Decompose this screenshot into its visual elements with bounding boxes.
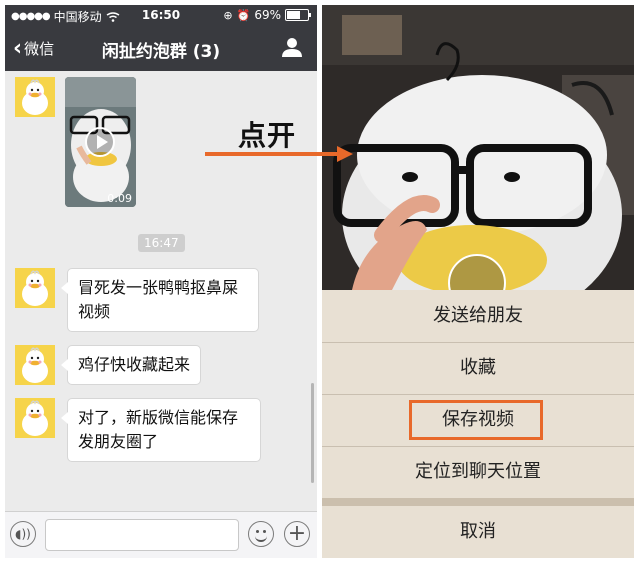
chat-title: 闲扯约泡群 (3): [101, 42, 221, 62]
avatar[interactable]: [15, 398, 55, 438]
sheet-item-favorite[interactable]: 收藏: [322, 342, 634, 394]
emoji-icon[interactable]: [248, 521, 274, 547]
sheet-item-send-to-friend[interactable]: 发送给朋友: [322, 290, 634, 342]
duck-avatar-icon: [15, 398, 55, 438]
message-bubble[interactable]: 冒死发一张鸭鸭抠鼻屎视频: [61, 268, 259, 332]
message-text: 冒死发一张鸭鸭抠鼻屎视频: [78, 278, 239, 321]
duck-avatar-icon: [15, 345, 55, 385]
message-text: 对了，新版微信能保存发朋友圈了: [78, 408, 239, 451]
message-bubble[interactable]: 鸡仔快收藏起来: [60, 345, 202, 385]
sheet-item-label: 发送给朋友: [433, 305, 523, 326]
nav-bar: ‹ 微信 闲扯约泡群 (3): [5, 25, 317, 71]
time-divider: 16:47: [138, 234, 185, 252]
message-input[interactable]: [45, 519, 239, 551]
input-bar: ◖)) +: [5, 511, 317, 558]
video-viewer-screen: 发送给朋友 收藏 保存视频 定位到聊天位置 取消: [322, 5, 634, 558]
video-duration: 0:09: [107, 192, 132, 205]
sheet-item-label: 定位到聊天位置: [415, 461, 541, 482]
sheet-item-locate-in-chat[interactable]: 定位到聊天位置: [322, 446, 634, 498]
message-bubble[interactable]: 对了，新版微信能保存发朋友圈了: [61, 398, 261, 462]
battery-icon: [285, 9, 311, 21]
cancel-button[interactable]: 取消: [322, 506, 634, 558]
avatar[interactable]: [15, 345, 55, 385]
scrollbar[interactable]: [311, 383, 314, 483]
voice-icon[interactable]: ◖)): [10, 521, 36, 547]
chat-screen: ●●●●● 中国移动 16:50 ⊕ ⏰ 69% ‹ 微信 闲扯约泡群 (3): [5, 5, 317, 558]
divider: [322, 498, 634, 506]
avatar[interactable]: [15, 268, 55, 308]
message-text: 鸡仔快收藏起来: [78, 355, 191, 374]
battery-percent: 69%: [254, 8, 281, 22]
alarm-icon: ⏰: [236, 8, 251, 22]
duck-avatar-icon: [15, 77, 55, 117]
plus-icon[interactable]: +: [284, 521, 310, 547]
play-icon: [85, 127, 115, 157]
sheet-item-label: 保存视频: [442, 409, 514, 430]
arrow-right-icon: [205, 146, 353, 162]
video-message[interactable]: 0:09: [65, 77, 136, 207]
sheet-item-label: 收藏: [460, 357, 496, 378]
video-frame[interactable]: [322, 5, 634, 290]
avatar[interactable]: [15, 77, 55, 117]
status-bar: ●●●●● 中国移动 16:50 ⊕ ⏰ 69%: [5, 5, 317, 25]
duck-avatar-icon: [15, 268, 55, 308]
action-sheet: 发送给朋友 收藏 保存视频 定位到聊天位置 取消: [322, 290, 634, 558]
group-info-icon[interactable]: [281, 36, 303, 58]
lock-rotation-icon: ⊕: [223, 8, 233, 22]
cancel-label: 取消: [460, 521, 496, 542]
sheet-item-save-video[interactable]: 保存视频: [322, 394, 634, 446]
